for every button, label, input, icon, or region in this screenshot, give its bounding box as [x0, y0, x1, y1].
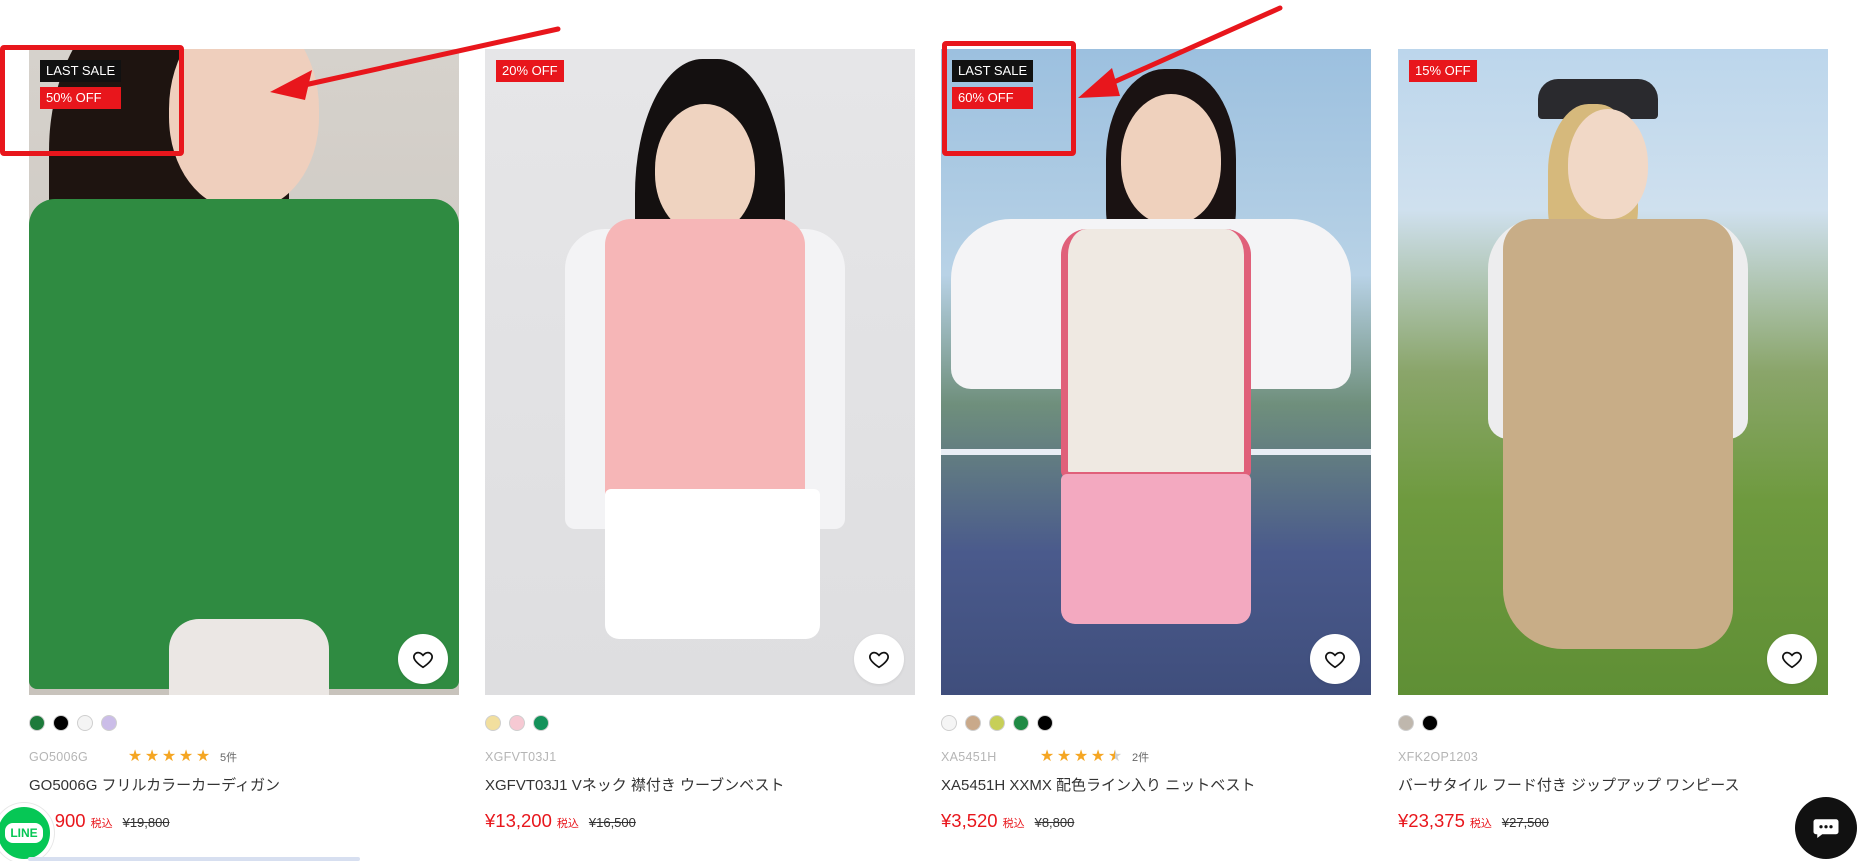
product-meta: XA5451H ★ ★ ★ ★ ★ 2件 — [941, 748, 1371, 766]
product-meta: XGFVT03J1 — [485, 748, 915, 766]
product-card[interactable]: LAST SALE 50% OFF GO5006G ★ ★ ★ ★ ★ 5件 G… — [29, 49, 459, 832]
star-icon: ★ — [161, 748, 177, 765]
product-sku: XGFVT03J1 — [485, 750, 557, 764]
product-image[interactable]: 20% OFF — [485, 49, 915, 695]
product-card[interactable]: LAST SALE 60% OFF XA5451H ★ ★ ★ ★ ★ 2件 X… — [941, 49, 1371, 832]
star-icon: ★ — [1073, 748, 1089, 765]
product-image[interactable]: LAST SALE 50% OFF — [29, 49, 459, 695]
chat-button[interactable] — [1795, 797, 1857, 859]
original-price: ¥8,800 — [1034, 815, 1075, 830]
product-image[interactable]: LAST SALE 60% OFF — [941, 49, 1371, 695]
color-swatch[interactable] — [29, 715, 45, 731]
chat-bubble-icon — [1813, 819, 1839, 838]
tax-label: 税込 — [556, 818, 579, 830]
review-count[interactable]: 5件 — [220, 749, 237, 765]
star-icon: ★ — [144, 748, 160, 765]
price-row: ¥3,520 税込 ¥8,800 — [941, 810, 1371, 832]
product-meta: XFK2OP1203 — [1398, 748, 1828, 766]
star-icon: ★ — [1039, 748, 1055, 765]
color-swatch[interactable] — [989, 715, 1005, 731]
heart-icon — [1782, 651, 1802, 669]
product-sku: GO5006G — [29, 750, 89, 764]
original-price: ¥16,500 — [588, 815, 636, 830]
color-swatch[interactable] — [533, 715, 549, 731]
product-name[interactable]: XA5451H XXMX 配色ライン入り ニットベスト — [941, 774, 1371, 794]
star-icon: ★ — [1056, 748, 1072, 765]
product-name[interactable]: GO5006G フリルカラーカーディガン — [29, 774, 459, 794]
original-price: ¥19,800 — [122, 815, 170, 830]
favorite-button[interactable] — [1767, 634, 1817, 684]
product-name[interactable]: バーサタイル フード付き ジップアップ ワンピース — [1398, 774, 1828, 794]
product-sku: XFK2OP1203 — [1398, 750, 1479, 764]
star-icon: ★ — [1090, 748, 1106, 765]
discount-badge: 20% OFF — [496, 60, 564, 82]
heart-icon — [869, 651, 889, 669]
original-price: ¥27,500 — [1501, 815, 1549, 830]
tax-label: 税込 — [1469, 818, 1492, 830]
sale-price: ¥23,375 — [1398, 810, 1465, 831]
rating-stars: ★ ★ ★ ★ ★ — [127, 749, 211, 765]
color-swatches — [941, 715, 1371, 731]
line-chat-button[interactable]: LINE — [0, 803, 54, 861]
product-name[interactable]: XGFVT03J1 Vネック 襟付き ウーブンベスト — [485, 774, 915, 794]
color-swatch[interactable] — [965, 715, 981, 731]
discount-badge: 60% OFF — [952, 87, 1034, 109]
favorite-button[interactable] — [1310, 634, 1360, 684]
color-swatch[interactable] — [1398, 715, 1414, 731]
star-icon: ★ — [178, 748, 194, 765]
badge-stack: 15% OFF — [1409, 60, 1477, 82]
star-half-icon: ★ — [1107, 748, 1123, 765]
badge-stack: LAST SALE 50% OFF — [40, 60, 122, 109]
review-count[interactable]: 2件 — [1132, 749, 1149, 765]
color-swatch[interactable] — [53, 715, 69, 731]
product-sku: XA5451H — [941, 750, 997, 764]
color-swatch[interactable] — [1422, 715, 1438, 731]
color-swatches — [29, 715, 459, 731]
color-swatches — [485, 715, 915, 731]
product-image[interactable]: 15% OFF — [1398, 49, 1828, 695]
product-card[interactable]: 20% OFF XGFVT03J1 XGFVT03J1 Vネック 襟付き ウーブ… — [485, 49, 915, 832]
last-sale-badge: LAST SALE — [952, 60, 1034, 82]
bottom-scroll-indicator — [28, 857, 360, 861]
product-card[interactable]: 15% OFF XFK2OP1203 バーサタイル フード付き ジップアップ ワ… — [1398, 49, 1828, 832]
heart-icon — [413, 651, 433, 669]
color-swatch[interactable] — [77, 715, 93, 731]
favorite-button[interactable] — [854, 634, 904, 684]
star-icon: ★ — [127, 748, 143, 765]
color-swatches — [1398, 715, 1828, 731]
price-row: ¥23,375 税込 ¥27,500 — [1398, 810, 1828, 832]
badge-stack: LAST SALE 60% OFF — [952, 60, 1034, 109]
line-logo: LINE — [5, 823, 43, 843]
tax-label: 税込 — [1002, 818, 1025, 830]
favorite-button[interactable] — [398, 634, 448, 684]
color-swatch[interactable] — [509, 715, 525, 731]
rating-stars: ★ ★ ★ ★ ★ — [1039, 749, 1123, 765]
price-row: ¥9,900 税込 ¥19,800 — [29, 810, 459, 832]
color-swatch[interactable] — [941, 715, 957, 731]
color-swatch[interactable] — [1037, 715, 1053, 731]
tax-label: 税込 — [90, 818, 113, 830]
last-sale-badge: LAST SALE — [40, 60, 122, 82]
star-icon: ★ — [195, 748, 211, 765]
badge-stack: 20% OFF — [496, 60, 564, 82]
color-swatch[interactable] — [1013, 715, 1029, 731]
color-swatch[interactable] — [485, 715, 501, 731]
heart-icon — [1325, 651, 1345, 669]
sale-price: ¥13,200 — [485, 810, 552, 831]
discount-badge: 50% OFF — [40, 87, 122, 109]
color-swatch[interactable] — [101, 715, 117, 731]
product-grid: LAST SALE 50% OFF GO5006G ★ ★ ★ ★ ★ 5件 G… — [29, 49, 1829, 861]
price-row: ¥13,200 税込 ¥16,500 — [485, 810, 915, 832]
sale-price: ¥3,520 — [941, 810, 998, 831]
product-meta: GO5006G ★ ★ ★ ★ ★ 5件 — [29, 748, 459, 766]
discount-badge: 15% OFF — [1409, 60, 1477, 82]
